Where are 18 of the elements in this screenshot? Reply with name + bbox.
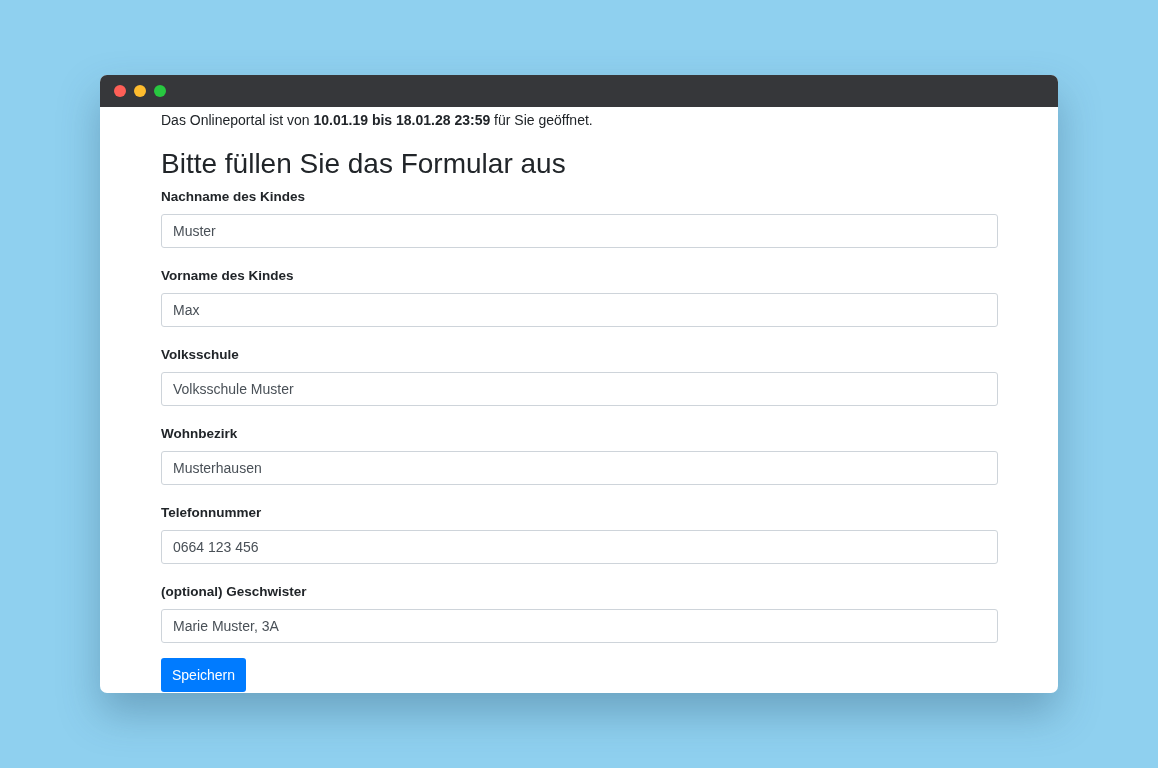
close-window-icon[interactable] xyxy=(114,85,126,97)
field-label: Vorname des Kindes xyxy=(161,268,295,284)
maximize-window-icon[interactable] xyxy=(154,85,166,97)
portal-notice: Das Onlineportal ist von 10.01.19 bis 18.01.28 23:59 für Sie geöffnet. xyxy=(161,112,594,129)
input-field[interactable]: Max xyxy=(161,293,998,327)
form-heading: Bitte füllen Sie das Formular aus xyxy=(161,147,567,181)
input-field[interactable]: Musterhausen xyxy=(161,451,998,485)
field-label: Telefonnummer xyxy=(161,505,263,521)
minimize-window-icon[interactable] xyxy=(134,85,146,97)
field-label: Wohnbezirk xyxy=(161,426,239,442)
field-label: Nachname des Kindes xyxy=(161,189,307,205)
save-button[interactable]: Speichern xyxy=(161,658,247,692)
input-field[interactable]: Marie Muster, 3A xyxy=(161,609,998,643)
input-field[interactable]: Volksschule Muster xyxy=(161,372,998,406)
field-label: (optional) Geschwister xyxy=(161,584,308,600)
field-label: Volksschule xyxy=(161,347,240,363)
input-field[interactable]: Muster xyxy=(161,214,998,248)
input-field[interactable]: 0664 123 456 xyxy=(161,530,998,564)
